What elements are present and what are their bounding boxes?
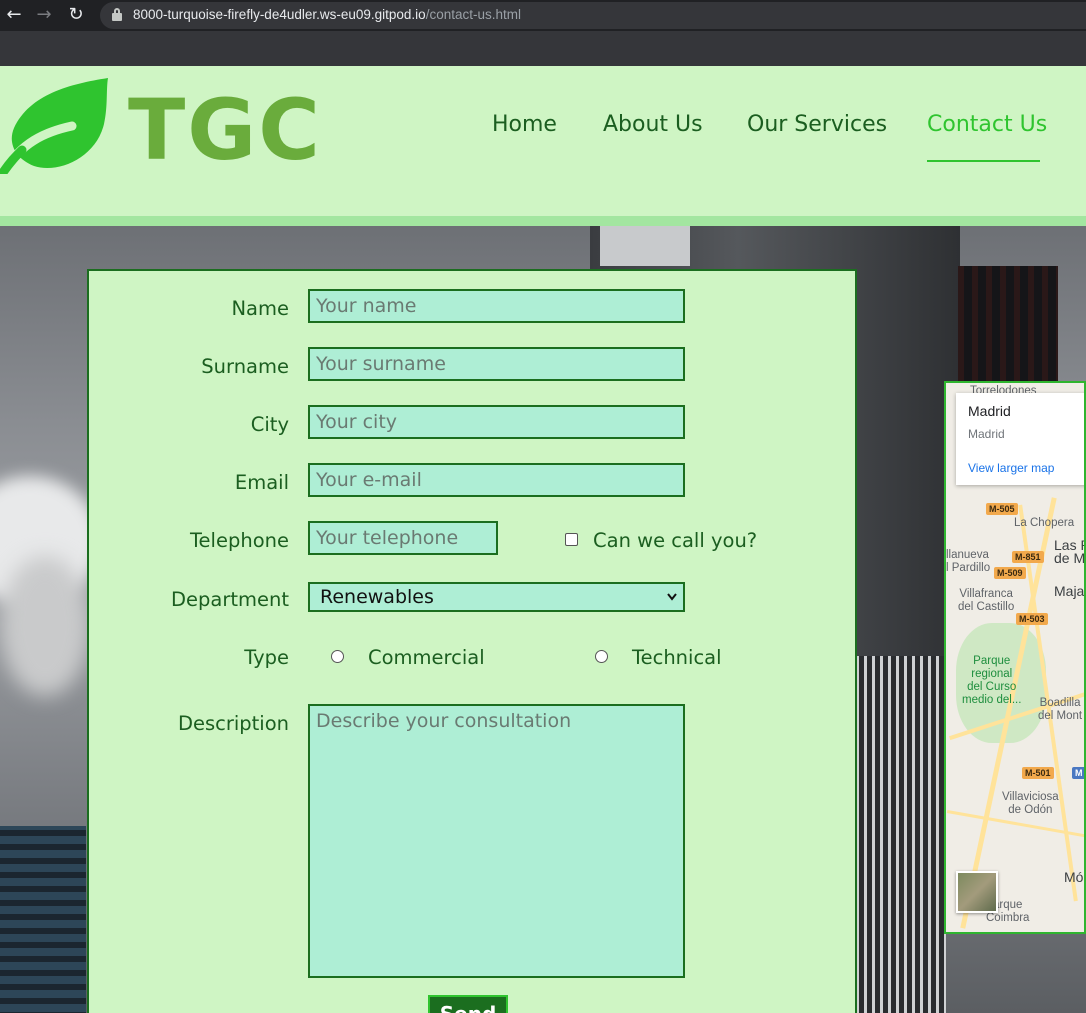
- telephone-input[interactable]: [308, 521, 498, 555]
- map-label: llanueva l Pardillo: [946, 549, 991, 574]
- description-label: Description: [177, 712, 289, 735]
- email-label: Email: [234, 471, 289, 494]
- railing-shape: [856, 656, 946, 1013]
- map-road-shield: M-501: [1022, 767, 1054, 779]
- surname-input[interactable]: [308, 347, 685, 381]
- nav-home[interactable]: Home: [492, 112, 557, 137]
- nav-contact-us[interactable]: Contact Us: [927, 112, 1047, 137]
- chevron-down-icon: [667, 593, 677, 601]
- satellite-toggle-thumbnail[interactable]: [956, 871, 998, 913]
- map-label: Villafranca del Castillo: [958, 588, 1015, 613]
- type-technical-radio[interactable]: [595, 650, 608, 663]
- name-label: Name: [231, 297, 289, 320]
- map-label: Parque regional del Curso medio del...: [962, 655, 1022, 706]
- map-place-title: Madrid: [968, 403, 1011, 419]
- building-shape: [0, 826, 86, 1013]
- call-checkbox-label: Can we call you?: [593, 529, 758, 552]
- map-label: Las R de M: [1054, 537, 1086, 566]
- browser-toolbar: ← → ↻ 8000-turquoise-firefly-de4udler.ws…: [0, 0, 1086, 31]
- department-label: Department: [171, 588, 289, 611]
- lock-icon: [112, 8, 122, 22]
- call-checkbox[interactable]: [565, 533, 578, 546]
- name-input[interactable]: [308, 289, 685, 323]
- city-input[interactable]: [308, 405, 685, 439]
- map-place-subtitle: Madrid: [968, 427, 1005, 441]
- cloud-shape: [0, 556, 90, 696]
- surname-label: Surname: [201, 355, 289, 378]
- nav-active-underline: [927, 160, 1040, 162]
- department-selected: Renewables: [320, 586, 434, 608]
- map-label: Villaviciosa de Odón: [1002, 791, 1059, 816]
- url-path: /contact-us.html: [425, 7, 521, 22]
- type-commercial-radio[interactable]: [331, 650, 344, 663]
- building-shape: [600, 226, 690, 266]
- nav-about-us[interactable]: About Us: [603, 112, 703, 137]
- view-larger-map-link[interactable]: View larger map: [968, 461, 1054, 475]
- building-shape: [958, 266, 1058, 386]
- site-header: TGC Home About Us Our Services Contact U…: [0, 66, 1086, 226]
- map-place-card: Madrid Madrid View larger map: [956, 393, 1084, 485]
- send-button[interactable]: Send: [428, 995, 508, 1013]
- arrow-right-icon[interactable]: →: [32, 3, 56, 27]
- telephone-label: Telephone: [189, 529, 289, 552]
- type-commercial-label: Commercial: [368, 646, 485, 669]
- address-bar[interactable]: 8000-turquoise-firefly-de4udler.ws-eu09.…: [100, 2, 1086, 29]
- nav-our-services[interactable]: Our Services: [747, 112, 887, 137]
- map-road-shield: M-509: [994, 567, 1026, 579]
- email-input[interactable]: [308, 463, 685, 497]
- map-label: La Chopera: [1014, 517, 1075, 529]
- map-label: Majad: [1054, 583, 1085, 599]
- map-embed[interactable]: Torrelodones La Chopera Las R de M llanu…: [944, 381, 1086, 934]
- map-road-shield: M: [1072, 767, 1084, 779]
- browser-chrome: ← → ↻ 8000-turquoise-firefly-de4udler.ws…: [0, 0, 1086, 66]
- map-road-shield: M-505: [986, 503, 1018, 515]
- contact-form: Name Surname City Email Telephone Can we…: [87, 269, 857, 1013]
- logo-text[interactable]: TGC: [128, 82, 322, 178]
- map-road-shield: M-851: [1012, 551, 1044, 563]
- department-select[interactable]: Renewables: [308, 582, 685, 612]
- url-host: 8000-turquoise-firefly-de4udler.ws-eu09.…: [133, 7, 426, 22]
- type-technical-label: Technical: [632, 646, 722, 669]
- map-road-shield: M-503: [1016, 613, 1048, 625]
- city-label: City: [250, 413, 289, 436]
- map-label: Boadilla del Mont: [1038, 697, 1083, 722]
- reload-icon[interactable]: ↻: [64, 3, 88, 27]
- leaf-logo-icon[interactable]: [0, 74, 112, 174]
- url-text[interactable]: 8000-turquoise-firefly-de4udler.ws-eu09.…: [133, 7, 521, 22]
- type-label: Type: [244, 646, 289, 669]
- description-textarea[interactable]: [308, 704, 685, 978]
- map-label: Mó: [1064, 869, 1084, 885]
- arrow-left-icon[interactable]: ←: [2, 3, 26, 27]
